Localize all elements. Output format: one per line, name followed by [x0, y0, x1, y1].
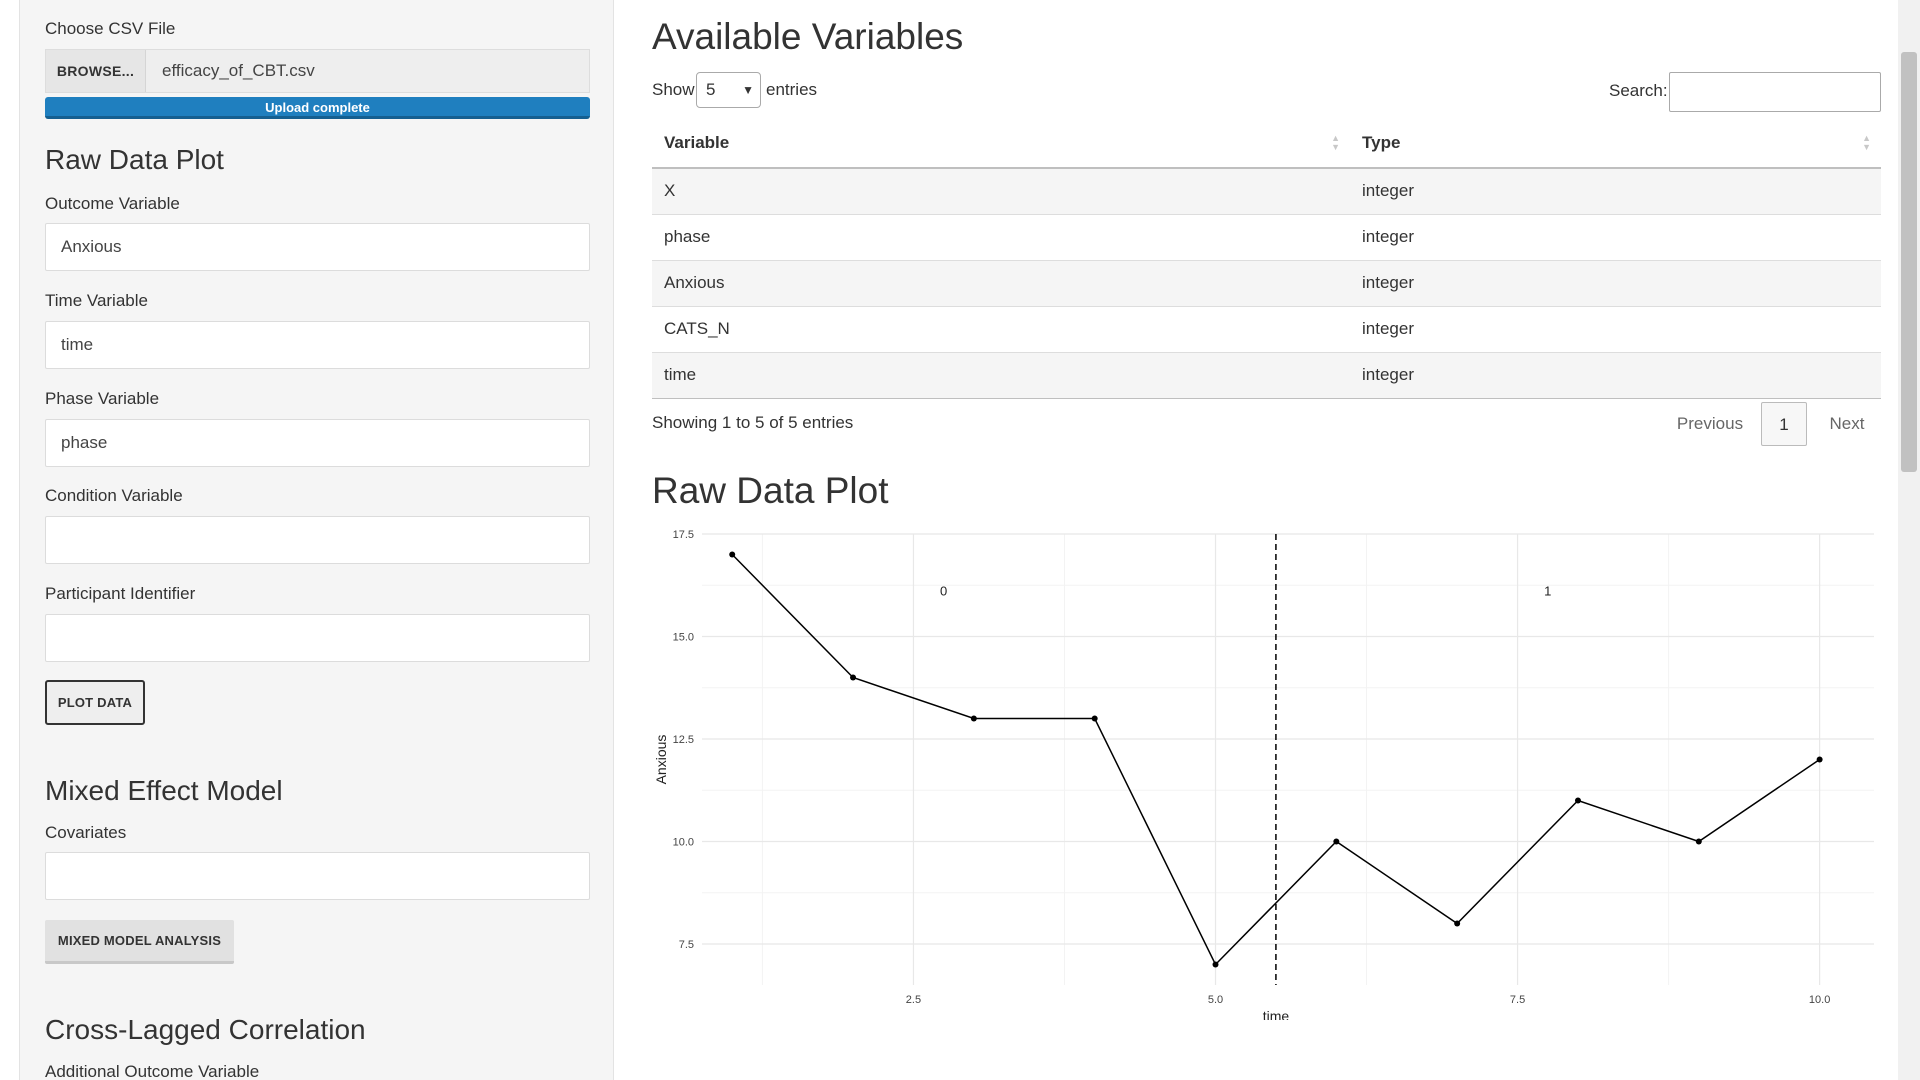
phase-variable-input[interactable]: phase [45, 419, 590, 467]
table-cell: phase [652, 213, 1350, 260]
pager-previous-button[interactable]: Previous [1665, 402, 1755, 446]
browse-button[interactable]: BROWSE... [46, 50, 146, 92]
table-row[interactable]: phase integer [652, 213, 1881, 260]
y-tick-label: 12.5 [673, 734, 694, 746]
data-point [1091, 715, 1098, 722]
condition-variable-label: Condition Variable [45, 486, 183, 505]
cross-lagged-section-heading: Cross-Lagged Correlation [45, 1014, 366, 1045]
variables-table: Variable ▲ ▼ Type ▲ ▼ X integer phase inte… [652, 118, 1881, 399]
outcome-variable-label: Outcome Variable [45, 194, 180, 213]
data-point [1574, 797, 1581, 804]
column-header-type[interactable]: Type ▲ ▼ [1350, 118, 1881, 169]
file-name-field: efficacy_of_CBT.csv [146, 50, 589, 92]
raw-plot-heading: Raw Data Plot [652, 470, 889, 511]
y-tick-label: 15.0 [673, 632, 694, 644]
table-row[interactable]: X integer [652, 167, 1881, 214]
entries-select-value: 5 [706, 80, 716, 99]
participant-identifier-label: Participant Identifier [45, 584, 196, 603]
mixed-model-analysis-button[interactable]: MIXED MODEL ANALYSIS [45, 920, 234, 964]
time-variable-input[interactable]: time [45, 321, 590, 369]
table-cell: Anxious [652, 259, 1350, 306]
column-header-label: Type [1362, 132, 1401, 152]
data-point [970, 715, 977, 722]
show-label: Show [652, 80, 695, 99]
time-variable-value: time [61, 335, 94, 354]
condition-variable-input[interactable] [45, 516, 590, 564]
table-cell: X [652, 167, 1350, 214]
mixed-model-section-heading: Mixed Effect Model [45, 775, 283, 806]
search-input[interactable] [1669, 72, 1881, 112]
table-cell: integer [1350, 213, 1881, 260]
table-cell: integer [1350, 259, 1881, 306]
table-cell: integer [1350, 305, 1881, 352]
data-point [1695, 838, 1702, 845]
phase-label: 0 [940, 584, 947, 599]
entries-label: entries [766, 80, 818, 99]
raw-plot-section-heading: Raw Data Plot [45, 144, 224, 175]
table-cell: integer [1350, 167, 1881, 214]
plot-data-button[interactable]: PLOT DATA [45, 680, 145, 725]
chevron-down-icon: ▼ [742, 83, 754, 97]
covariates-label: Covariates [45, 823, 127, 842]
outcome-variable-input[interactable]: Anxious [45, 223, 590, 271]
table-cell: time [652, 351, 1350, 399]
column-header-variable[interactable]: Variable ▲ ▼ [652, 118, 1350, 169]
main-panel: Available Variables Show 5 ▼ entries Sea… [652, 0, 1881, 1080]
pager-page-1-button[interactable]: 1 [1761, 402, 1807, 446]
y-tick-label: 17.5 [673, 529, 694, 541]
data-point [1333, 838, 1340, 845]
x-tick-label: 10.0 [1809, 994, 1830, 1006]
table-row[interactable]: Anxious integer [652, 259, 1881, 306]
table-cell: CATS_N [652, 305, 1350, 352]
upload-progress-bar: Upload complete [45, 97, 590, 119]
column-header-label: Variable [664, 132, 730, 152]
outcome-variable-value: Anxious [61, 237, 122, 256]
x-tick-label: 2.5 [906, 994, 921, 1006]
table-cell: integer [1350, 351, 1881, 399]
table-row[interactable]: CATS_N integer [652, 305, 1881, 352]
phase-label: 1 [1544, 584, 1551, 599]
covariates-input[interactable] [45, 852, 590, 900]
table-info: Showing 1 to 5 of 5 entries [652, 413, 854, 432]
data-point [850, 674, 857, 681]
participant-identifier-input[interactable] [45, 614, 590, 662]
time-variable-label: Time Variable [45, 291, 148, 310]
x-tick-label: 7.5 [1510, 994, 1525, 1006]
sort-icon: ▲ ▼ [1862, 133, 1871, 152]
y-axis-label: Anxious [653, 735, 669, 785]
available-variables-heading: Available Variables [652, 16, 964, 57]
scrollbar-thumb[interactable] [1901, 52, 1917, 472]
file-input-label: Choose CSV File [45, 19, 176, 38]
data-point [729, 551, 736, 558]
phase-variable-value: phase [61, 433, 108, 452]
y-tick-label: 7.5 [679, 939, 694, 951]
x-tick-label: 5.0 [1208, 994, 1223, 1006]
y-tick-label: 10.0 [673, 837, 694, 849]
x-axis-label: time [1263, 1008, 1290, 1020]
sidebar-panel: Choose CSV File BROWSE... efficacy_of_CB… [19, 0, 614, 1080]
additional-outcome-label: Additional Outcome Variable [45, 1062, 260, 1080]
raw-data-line-chart: 2.5 5.0 7.5 10.0 7.5 10.0 12.5 15.0 17.5 time Anxi… [653, 529, 1874, 1020]
entries-select[interactable]: 5 ▼ [696, 72, 761, 108]
data-point [1454, 920, 1461, 927]
phase-variable-label: Phase Variable [45, 389, 160, 408]
data-point [1816, 756, 1823, 763]
search-label: Search: [1609, 81, 1668, 100]
sort-icon: ▲ ▼ [1331, 133, 1340, 152]
table-row[interactable]: time integer [652, 351, 1881, 399]
pager-next-button[interactable]: Next [1820, 402, 1874, 446]
file-input[interactable]: BROWSE... efficacy_of_CBT.csv [45, 49, 590, 93]
data-point [1212, 961, 1219, 968]
table-header-row: Variable ▲ ▼ Type ▲ ▼ [652, 118, 1881, 169]
